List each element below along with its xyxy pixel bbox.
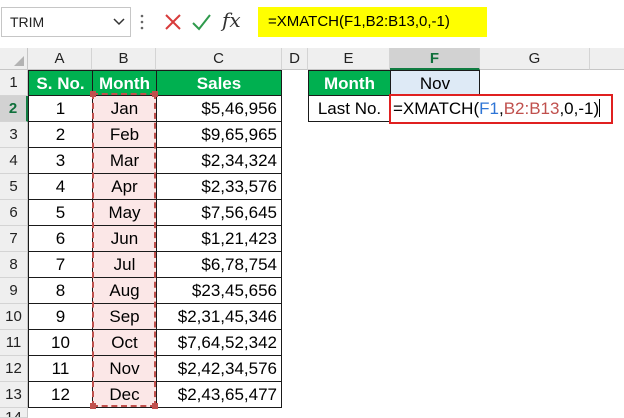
- row-header[interactable]: 9: [0, 278, 28, 304]
- cell-sales[interactable]: $2,43,65,477: [156, 382, 282, 408]
- row-header[interactable]: 1: [0, 70, 28, 96]
- row-header[interactable]: 2: [0, 96, 28, 122]
- row-header[interactable]: 13: [0, 382, 28, 408]
- row-header[interactable]: 7: [0, 226, 28, 252]
- name-box[interactable]: TRIM: [1, 7, 131, 37]
- formula-ref-f1: F1: [479, 99, 499, 118]
- more-dots-icon: [140, 14, 144, 30]
- name-box-value: TRIM: [10, 14, 45, 30]
- cell-sno[interactable]: 10: [28, 330, 93, 356]
- formula-bar: TRIM fx =XMATCH(F1,B2:B13,0,-1): [0, 0, 624, 49]
- row-header[interactable]: 6: [0, 200, 28, 226]
- column-header-g[interactable]: G: [480, 48, 590, 70]
- cell-sno[interactable]: 11: [28, 356, 93, 382]
- formula-ref-range: B2:B13: [503, 99, 560, 118]
- check-icon[interactable]: [190, 11, 212, 33]
- column-header-e[interactable]: E: [308, 48, 390, 70]
- cell-sales[interactable]: $2,42,34,576: [156, 356, 282, 382]
- cell-sno[interactable]: 1: [28, 96, 93, 122]
- header-sno[interactable]: S. No.: [28, 70, 93, 96]
- formula-actions: fx: [160, 8, 250, 38]
- cell-sales[interactable]: $2,34,324: [156, 148, 282, 174]
- formula-text: =XMATCH(F1,B2:B13,0,-1): [268, 13, 450, 30]
- header-month[interactable]: Month: [92, 70, 157, 96]
- cell-month[interactable]: Apr: [92, 174, 157, 200]
- cell-month[interactable]: Jul: [92, 252, 157, 278]
- row-header[interactable]: 11: [0, 330, 28, 356]
- cell-sales[interactable]: $2,33,576: [156, 174, 282, 200]
- cell-sales[interactable]: $7,64,52,342: [156, 330, 282, 356]
- spreadsheet-grid: A B C D E F G 1 2 3 4 5 6 7 8 9 10 11 12…: [0, 48, 624, 418]
- formula-edit-cell[interactable]: =XMATCH(F1,B2:B13,0,-1): [389, 94, 613, 124]
- cell-sno[interactable]: 2: [28, 122, 93, 148]
- formula-input[interactable]: =XMATCH(F1,B2:B13,0,-1): [258, 7, 487, 37]
- text-caret: [599, 99, 601, 117]
- column-header-h[interactable]: [590, 48, 624, 70]
- cell-sno[interactable]: 3: [28, 148, 93, 174]
- cell-month[interactable]: Feb: [92, 122, 157, 148]
- select-all-corner[interactable]: [0, 48, 28, 70]
- cell-sno[interactable]: 4: [28, 174, 93, 200]
- column-header-b[interactable]: B: [92, 48, 156, 70]
- cell-sno[interactable]: 5: [28, 200, 93, 226]
- cell-sno[interactable]: 8: [28, 278, 93, 304]
- header-sales[interactable]: Sales: [156, 70, 282, 96]
- formula-suffix: ,0,-1): [559, 99, 600, 118]
- column-header-c[interactable]: C: [156, 48, 282, 70]
- lookup-month-header[interactable]: Month: [308, 70, 391, 96]
- column-header-d[interactable]: D: [282, 48, 308, 70]
- cell-sales[interactable]: $7,56,645: [156, 200, 282, 226]
- cell-sales[interactable]: $6,78,754: [156, 252, 282, 278]
- cell-month[interactable]: Mar: [92, 148, 157, 174]
- cell-month[interactable]: Nov: [92, 356, 157, 382]
- cell-sales[interactable]: $2,31,45,346: [156, 304, 282, 330]
- lookup-value-cell[interactable]: Nov: [390, 70, 480, 96]
- row-header[interactable]: 8: [0, 252, 28, 278]
- cell-sno[interactable]: 6: [28, 226, 93, 252]
- row-header[interactable]: 10: [0, 304, 28, 330]
- close-icon[interactable]: [162, 11, 184, 33]
- chevron-down-icon[interactable]: [112, 14, 126, 28]
- cell-month[interactable]: Dec: [92, 382, 157, 408]
- formula-prefix: =XMATCH(: [393, 99, 480, 118]
- cell-sno[interactable]: 9: [28, 304, 93, 330]
- last-no-label[interactable]: Last No.: [308, 96, 391, 122]
- cell-month[interactable]: Sep: [92, 304, 157, 330]
- row-header[interactable]: 3: [0, 122, 28, 148]
- cell-month[interactable]: Aug: [92, 278, 157, 304]
- cell-sales[interactable]: $23,45,656: [156, 278, 282, 304]
- cell-sno[interactable]: 12: [28, 382, 93, 408]
- cell-sales[interactable]: $5,46,956: [156, 96, 282, 122]
- cell-month[interactable]: May: [92, 200, 157, 226]
- cell-month[interactable]: Jun: [92, 226, 157, 252]
- cell-sales[interactable]: $9,65,965: [156, 122, 282, 148]
- cell-sales[interactable]: $1,21,423: [156, 226, 282, 252]
- row-header[interactable]: 5: [0, 174, 28, 200]
- cell-month[interactable]: Jan: [92, 96, 157, 122]
- row-header[interactable]: 12: [0, 356, 28, 382]
- fx-icon[interactable]: fx: [222, 8, 248, 32]
- cell-month[interactable]: Oct: [92, 330, 157, 356]
- column-header-f[interactable]: F: [390, 48, 480, 70]
- row-header[interactable]: 14: [0, 408, 28, 418]
- column-header-a[interactable]: A: [28, 48, 92, 70]
- cell-sno[interactable]: 7: [28, 252, 93, 278]
- row-header[interactable]: 4: [0, 148, 28, 174]
